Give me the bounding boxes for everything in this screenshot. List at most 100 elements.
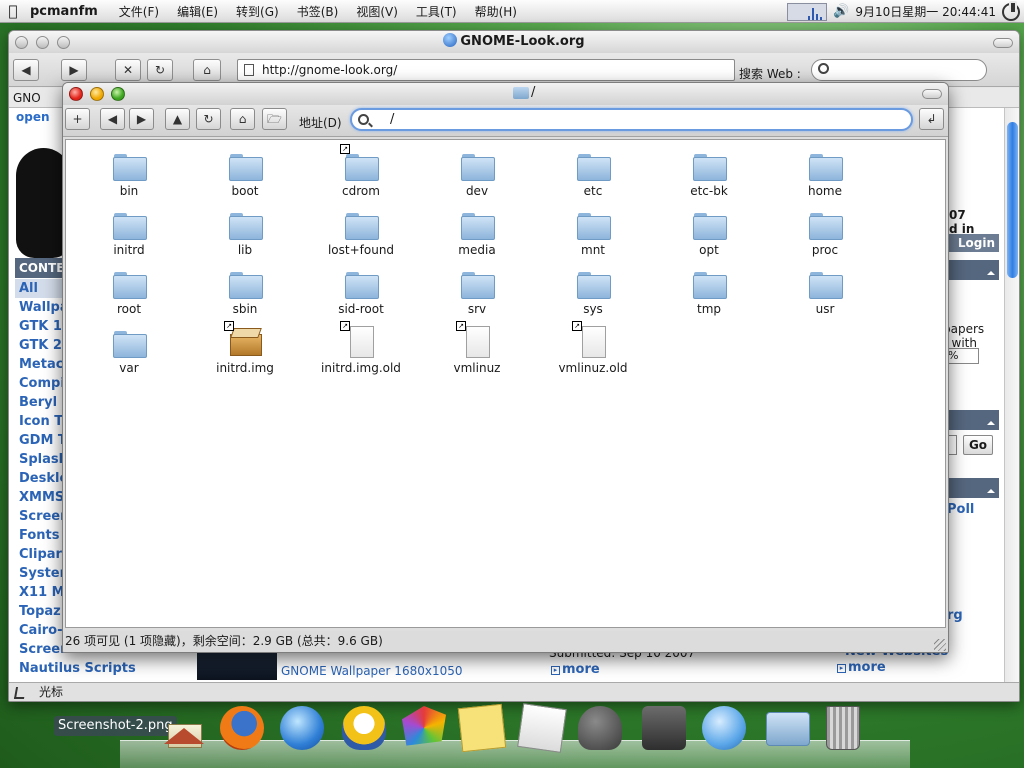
dock-gimp-icon[interactable] (578, 706, 622, 750)
file-item[interactable]: usr (767, 266, 883, 325)
file-item[interactable]: ↗ vmlinuz (419, 321, 535, 384)
stop-button[interactable]: ✕ (115, 59, 141, 81)
menu-view[interactable]: 视图(V) (356, 3, 398, 20)
file-name: sid-root (338, 302, 384, 316)
dock-firefox-icon[interactable] (220, 706, 264, 750)
file-item[interactable]: srv (419, 266, 535, 325)
file-item[interactable]: tmp (651, 266, 767, 325)
dock-notes-icon[interactable] (457, 703, 507, 753)
browser-zoom-button[interactable] (57, 36, 70, 49)
volume-icon[interactable]: 🔊 (833, 4, 849, 19)
address-input[interactable]: / (350, 108, 913, 131)
search-icon (818, 63, 829, 74)
menu-go[interactable]: 转到(G) (236, 3, 279, 20)
new-tab-icon: + (72, 112, 83, 126)
dock-folder-icon[interactable] (766, 712, 810, 746)
symlink-badge-icon: ↗ (224, 321, 234, 331)
dock-home-icon[interactable] (162, 706, 206, 750)
url-field[interactable]: http://gnome-look.org/ (237, 59, 735, 81)
up-button[interactable]: ▲ (165, 108, 190, 130)
file-item[interactable]: root (71, 266, 187, 325)
file-item[interactable]: ↗ initrd.img (187, 321, 303, 384)
go-button[interactable]: Go (963, 435, 993, 455)
file-item[interactable]: sbin (187, 266, 303, 325)
poll-link[interactable]: Poll (947, 502, 974, 517)
search-web-input[interactable] (811, 59, 987, 81)
site-logo-fragment[interactable]: open (16, 110, 50, 124)
back-button[interactable]: ◀ (13, 59, 39, 81)
browser-minimize-button[interactable] (36, 36, 49, 49)
file-item[interactable]: sys (535, 266, 651, 325)
page-scrollbar[interactable] (1004, 108, 1019, 682)
file-item[interactable]: etc (535, 148, 651, 207)
browser-close-button[interactable] (15, 36, 28, 49)
file-item[interactable]: ↗ cdrom (303, 144, 419, 207)
folder-icon (112, 266, 147, 300)
file-item[interactable]: initrd (71, 207, 187, 266)
file-item[interactable]: proc (767, 207, 883, 266)
file-item[interactable]: lib (187, 207, 303, 266)
menu-edit[interactable]: 编辑(E) (177, 3, 218, 20)
folder-icon (576, 266, 611, 300)
file-item[interactable]: opt (651, 207, 767, 266)
forward-button[interactable]: ▶ (61, 59, 87, 81)
menu-tools[interactable]: 工具(T) (416, 3, 457, 20)
close-button[interactable] (69, 87, 83, 101)
select-value: % (948, 349, 959, 362)
file-item[interactable]: media (419, 207, 535, 266)
forward-button[interactable]: ▶ (129, 108, 154, 130)
dock-totem-icon[interactable] (642, 706, 686, 750)
apple-icon[interactable]:  (2, 2, 24, 20)
fm-titlebar[interactable]: / (63, 83, 948, 105)
home-button[interactable]: ⌂ (230, 108, 255, 130)
dock-text-editor-icon[interactable] (517, 703, 567, 753)
file-item[interactable]: boot (187, 148, 303, 207)
menu-help[interactable]: 帮助(H) (475, 3, 517, 20)
more-link[interactable]: ▸ more (551, 662, 600, 677)
browser-titlebar[interactable]: GNOME-Look.org (9, 31, 1019, 53)
file-item[interactable]: ↗ initrd.img.old (303, 321, 419, 384)
reload-button[interactable]: ↻ (196, 108, 221, 130)
file-item[interactable]: mnt (535, 207, 651, 266)
resize-grip[interactable] (934, 639, 946, 651)
dock-itunes-icon[interactable] (702, 706, 746, 750)
file-item[interactable]: etc-bk (651, 148, 767, 207)
home-button[interactable]: ⌂ (193, 59, 221, 81)
file-name: sbin (232, 302, 258, 316)
file-item[interactable]: var (71, 325, 187, 384)
power-icon[interactable] (1002, 0, 1020, 21)
more-link-right[interactable]: ▸ more (837, 660, 886, 675)
wallpaper-link[interactable]: GNOME Wallpaper 1680x1050 (281, 664, 463, 678)
dock-trash-icon[interactable] (826, 706, 860, 750)
folder-icon (112, 207, 147, 241)
clock[interactable]: 9月10日星期一 20:44:41 (855, 3, 996, 20)
folder-icon (228, 266, 263, 300)
new-tab-button[interactable]: + (65, 108, 90, 130)
browser-toolbar-toggle[interactable] (993, 38, 1013, 48)
menu-bookmarks[interactable]: 书签(B) (297, 3, 339, 20)
back-button[interactable]: ◀ (100, 108, 125, 130)
file-item[interactable]: ↗ vmlinuz.old (535, 321, 651, 384)
arrow-icon: ▸ (837, 664, 846, 673)
file-name: boot (231, 184, 259, 198)
scrollbar-thumb[interactable] (1007, 122, 1018, 278)
category-item[interactable]: Nautilus Scripts (15, 659, 175, 678)
menu-file[interactable]: 文件(F) (119, 3, 159, 20)
go-button[interactable]: ↲ (919, 108, 944, 130)
file-name: media (458, 243, 496, 257)
file-item[interactable]: lost+found (303, 207, 419, 266)
dock-pidgin-icon[interactable] (342, 706, 386, 750)
toolbar-toggle-button[interactable] (922, 89, 942, 99)
file-item[interactable]: dev (419, 148, 535, 207)
file-item[interactable]: bin (71, 148, 187, 207)
reload-button[interactable]: ↻ (147, 59, 173, 81)
zoom-button[interactable] (111, 87, 125, 101)
dock-globe-icon[interactable] (280, 706, 324, 750)
minimize-button[interactable] (90, 87, 104, 101)
cpu-monitor-icon[interactable] (787, 2, 828, 21)
file-item[interactable]: home (767, 148, 883, 207)
file-view[interactable]: bin boot ↗ cdrom dev etc etc-bk home initrd lib lo… (65, 139, 946, 628)
open-folder-button[interactable]: 🗁 (262, 108, 287, 130)
file-name: srv (467, 302, 487, 316)
file-item[interactable]: sid-root (303, 266, 419, 325)
